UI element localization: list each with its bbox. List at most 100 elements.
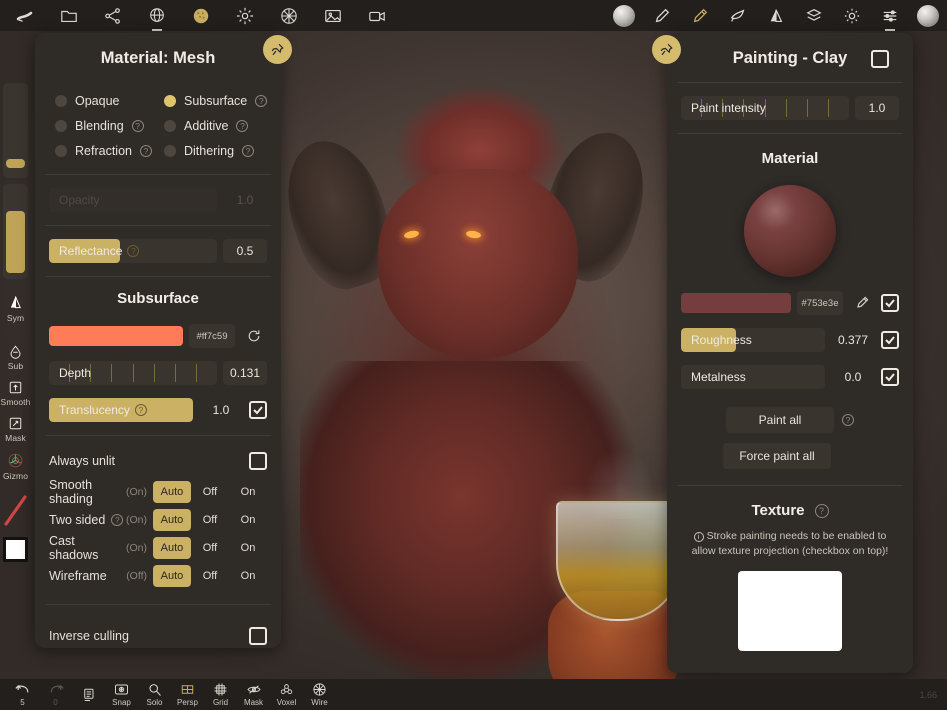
- pin-icon[interactable]: [263, 35, 292, 64]
- snap-button[interactable]: Snap: [105, 682, 138, 707]
- help-icon[interactable]: ?: [236, 120, 249, 132]
- brush-size-slider[interactable]: [3, 83, 28, 178]
- undo-button[interactable]: 5: [6, 683, 39, 707]
- sidebar-item-mask[interactable]: Mask: [5, 416, 26, 443]
- blend-mode-blending[interactable]: Blending ?: [55, 119, 164, 133]
- reflectance-slider[interactable]: Reflectance ?: [49, 239, 217, 263]
- blend-mode-subsurface[interactable]: Subsurface ?: [164, 94, 273, 108]
- sliders-icon[interactable]: [879, 5, 901, 31]
- layers-icon[interactable]: [803, 5, 825, 27]
- metalness-checkbox[interactable]: [881, 368, 899, 386]
- depth-value[interactable]: 0.131: [223, 361, 267, 385]
- wire-button[interactable]: Wire: [303, 682, 336, 707]
- reset-icon[interactable]: [241, 324, 267, 348]
- eyedropper-icon[interactable]: [849, 291, 875, 315]
- symmetry-icon[interactable]: [765, 5, 787, 27]
- toggle-on[interactable]: On: [229, 565, 267, 587]
- toggle-auto[interactable]: Auto: [153, 509, 191, 531]
- translucency-slider[interactable]: Translucency ?: [49, 398, 193, 422]
- toggle-on[interactable]: On: [229, 481, 267, 503]
- solo-button[interactable]: Solo: [138, 682, 171, 707]
- subsurface-color-hex[interactable]: #ff7c59: [189, 324, 235, 348]
- grid-button[interactable]: Grid: [204, 682, 237, 707]
- reflectance-value[interactable]: 0.5: [223, 239, 267, 263]
- sculpt-icon[interactable]: [14, 5, 36, 27]
- voxel-button[interactable]: Voxel: [270, 682, 303, 707]
- help-icon[interactable]: ?: [111, 514, 124, 526]
- toggle-off[interactable]: Off: [191, 565, 229, 587]
- opacity-value[interactable]: 1.0: [223, 188, 267, 212]
- color-swatch[interactable]: [3, 537, 28, 562]
- slider-knob[interactable]: [6, 159, 25, 168]
- sidebar-item-smooth[interactable]: Smooth: [1, 380, 31, 407]
- material-color-checkbox[interactable]: [881, 294, 899, 312]
- depth-slider[interactable]: Depth: [49, 361, 217, 385]
- folder-icon[interactable]: [58, 5, 80, 27]
- paint-intensity-value[interactable]: 1.0: [855, 96, 899, 120]
- inverse-culling-checkbox[interactable]: [249, 627, 267, 645]
- help-icon[interactable]: ?: [139, 145, 152, 157]
- blend-mode-additive[interactable]: Additive ?: [164, 119, 273, 133]
- brush-intensity-slider[interactable]: [3, 184, 28, 279]
- help-icon[interactable]: ?: [242, 145, 255, 157]
- image-icon[interactable]: [322, 5, 344, 27]
- metalness-value[interactable]: 0.0: [831, 365, 875, 389]
- roughness-value[interactable]: 0.377: [831, 328, 875, 352]
- gear-icon[interactable]: [841, 5, 863, 27]
- help-icon[interactable]: ?: [814, 503, 829, 518]
- texture-preview[interactable]: [738, 571, 842, 651]
- blend-mode-refraction[interactable]: Refraction ?: [55, 144, 164, 158]
- help-icon[interactable]: ?: [134, 404, 147, 416]
- paint-icon[interactable]: [689, 5, 711, 27]
- redo-button[interactable]: 0: [39, 683, 72, 707]
- mask-button[interactable]: Mask: [237, 682, 270, 707]
- subsurface-color-swatch[interactable]: [49, 326, 183, 346]
- translucency-checkbox[interactable]: [249, 401, 267, 419]
- material-color-hex[interactable]: #753e3e: [797, 291, 843, 315]
- help-icon[interactable]: ?: [131, 120, 144, 132]
- brush-icon[interactable]: [651, 5, 673, 27]
- stroke-preview[interactable]: [2, 491, 29, 529]
- material-sphere-icon[interactable]: [613, 4, 635, 27]
- sidebar-item-sym[interactable]: Sym: [7, 294, 24, 323]
- toggle-auto[interactable]: Auto: [153, 537, 191, 559]
- matcap-icon[interactable]: [190, 5, 212, 27]
- blend-mode-opaque[interactable]: Opaque: [55, 94, 164, 108]
- paint-all-button[interactable]: Paint all: [726, 407, 834, 433]
- toggle-off[interactable]: Off: [191, 537, 229, 559]
- toggle-auto[interactable]: Auto: [153, 481, 191, 503]
- roughness-slider[interactable]: Roughness: [681, 328, 825, 352]
- environment-icon[interactable]: [278, 5, 300, 27]
- camera-icon[interactable]: [366, 5, 388, 27]
- opacity-slider[interactable]: Opacity: [49, 188, 217, 212]
- sidebar-item-sub[interactable]: Sub: [8, 344, 23, 371]
- toggle-off[interactable]: Off: [191, 509, 229, 531]
- help-icon[interactable]: ?: [255, 95, 268, 107]
- translucency-value[interactable]: 1.0: [199, 398, 243, 422]
- blend-mode-dithering[interactable]: Dithering ?: [164, 144, 273, 158]
- force-paint-all-button[interactable]: Force paint all: [723, 443, 831, 469]
- toggle-on[interactable]: On: [229, 509, 267, 531]
- metalness-slider[interactable]: Metalness: [681, 365, 825, 389]
- eraser-icon[interactable]: [727, 5, 749, 27]
- material-preview-icon[interactable]: [917, 4, 939, 27]
- material-sphere-preview[interactable]: [744, 185, 836, 277]
- roughness-checkbox[interactable]: [881, 331, 899, 349]
- list-button[interactable]: [72, 687, 105, 703]
- toggle-off[interactable]: Off: [191, 481, 229, 503]
- sidebar-item-gizmo[interactable]: Gizmo: [3, 452, 28, 481]
- paint-intensity-slider[interactable]: Paint intensity: [681, 96, 849, 120]
- stroke-painting-checkbox[interactable]: [871, 49, 889, 68]
- share-icon[interactable]: [102, 5, 124, 27]
- always-unlit-checkbox[interactable]: [249, 452, 267, 470]
- help-icon[interactable]: ?: [127, 245, 140, 257]
- slider-knob[interactable]: [6, 211, 25, 273]
- light-icon[interactable]: [234, 5, 256, 27]
- help-icon[interactable]: ?: [842, 414, 854, 426]
- material-color-swatch[interactable]: [681, 293, 791, 313]
- scene-icon[interactable]: [146, 5, 168, 31]
- toggle-on[interactable]: On: [229, 537, 267, 559]
- persp-button[interactable]: Persp: [171, 682, 204, 707]
- pin-icon[interactable]: [652, 35, 681, 64]
- toggle-auto[interactable]: Auto: [153, 565, 191, 587]
